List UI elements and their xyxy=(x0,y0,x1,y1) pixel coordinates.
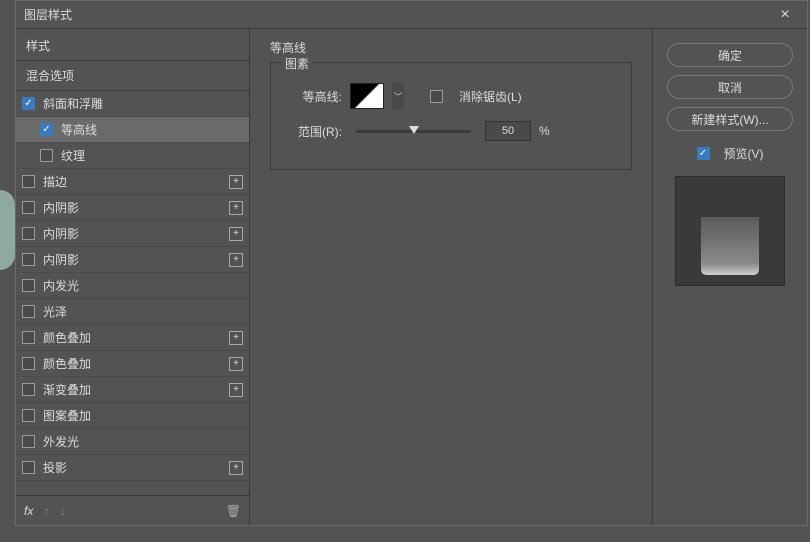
style-checkbox[interactable] xyxy=(22,175,35,188)
style-checkbox[interactable] xyxy=(22,305,35,318)
style-row[interactable]: 等高线 xyxy=(16,117,249,143)
preview-checkbox[interactable] xyxy=(697,147,710,160)
style-label: 内阴影 xyxy=(43,199,229,216)
settings-panel: 等高线 图素 等高线: ﹀ 消除锯齿(L) 范围(R): xyxy=(250,29,653,525)
style-list: 斜面和浮雕等高线纹理描边+内阴影+内阴影+内阴影+内发光光泽颜色叠加+颜色叠加+… xyxy=(16,91,249,495)
sidebar-footer: fx ↑ ↓ 🗑 xyxy=(16,495,249,525)
add-effect-icon[interactable]: + xyxy=(229,383,243,397)
style-checkbox[interactable] xyxy=(22,97,35,110)
style-checkbox[interactable] xyxy=(22,253,35,266)
style-row[interactable]: 渐变叠加+ xyxy=(16,377,249,403)
cancel-button[interactable]: 取消 xyxy=(667,75,793,99)
style-row[interactable]: 颜色叠加+ xyxy=(16,351,249,377)
range-label: 范围(R): xyxy=(287,123,342,140)
window-title: 图层样式 xyxy=(24,6,771,23)
style-row[interactable]: 内阴影+ xyxy=(16,247,249,273)
chevron-down-icon: ﹀ xyxy=(393,90,402,103)
style-row[interactable]: 内发光 xyxy=(16,273,249,299)
style-checkbox[interactable] xyxy=(40,149,53,162)
trash-icon[interactable]: 🗑 xyxy=(226,504,241,518)
layer-style-dialog: 图层样式 × 样式 混合选项 斜面和浮雕等高线纹理描边+内阴影+内阴影+内阴影+… xyxy=(15,0,808,526)
style-checkbox[interactable] xyxy=(22,357,35,370)
close-button[interactable]: × xyxy=(771,1,799,29)
button-panel: 确定 取消 新建样式(W)... 预览(V) xyxy=(653,29,807,525)
style-label: 颜色叠加 xyxy=(43,329,229,346)
style-label: 图案叠加 xyxy=(43,407,243,424)
sidebar-header[interactable]: 样式 xyxy=(16,29,249,60)
style-label: 描边 xyxy=(43,173,229,190)
add-effect-icon[interactable]: + xyxy=(229,253,243,267)
range-slider[interactable] xyxy=(356,130,471,133)
range-input[interactable] xyxy=(485,121,531,141)
style-label: 渐变叠加 xyxy=(43,381,229,398)
slider-thumb[interactable] xyxy=(409,126,419,134)
style-label: 内阴影 xyxy=(43,251,229,268)
elements-group: 图素 等高线: ﹀ 消除锯齿(L) 范围(R): % xyxy=(270,62,632,170)
add-effect-icon[interactable]: + xyxy=(229,331,243,345)
antialias-checkbox[interactable] xyxy=(430,90,443,103)
add-effect-icon[interactable]: + xyxy=(229,357,243,371)
style-checkbox[interactable] xyxy=(22,409,35,422)
style-label: 内阴影 xyxy=(43,225,229,242)
style-row[interactable]: 纹理 xyxy=(16,143,249,169)
style-row[interactable]: 光泽 xyxy=(16,299,249,325)
style-label: 投影 xyxy=(43,459,229,476)
style-label: 纹理 xyxy=(61,147,243,164)
contour-picker[interactable] xyxy=(350,83,384,109)
styles-sidebar: 样式 混合选项 斜面和浮雕等高线纹理描边+内阴影+内阴影+内阴影+内发光光泽颜色… xyxy=(16,29,250,525)
add-effect-icon[interactable]: + xyxy=(229,175,243,189)
add-effect-icon[interactable]: + xyxy=(229,227,243,241)
add-effect-icon[interactable]: + xyxy=(229,201,243,215)
move-down-icon[interactable]: ↓ xyxy=(59,504,65,518)
preview-thumbnail xyxy=(675,176,785,286)
style-checkbox[interactable] xyxy=(22,461,35,474)
style-label: 颜色叠加 xyxy=(43,355,229,372)
move-up-icon[interactable]: ↑ xyxy=(43,504,49,518)
style-row[interactable]: 图案叠加 xyxy=(16,403,249,429)
add-effect-icon[interactable]: + xyxy=(229,461,243,475)
style-checkbox[interactable] xyxy=(22,435,35,448)
antialias-label: 消除锯齿(L) xyxy=(459,88,522,105)
panel-title: 等高线 xyxy=(270,39,632,56)
style-row[interactable]: 内阴影+ xyxy=(16,221,249,247)
style-label: 光泽 xyxy=(43,303,243,320)
range-unit: % xyxy=(539,124,550,138)
style-row[interactable]: 颜色叠加+ xyxy=(16,325,249,351)
style-label: 等高线 xyxy=(61,121,243,138)
style-row[interactable]: 斜面和浮雕 xyxy=(16,91,249,117)
new-style-button[interactable]: 新建样式(W)... xyxy=(667,107,793,131)
style-checkbox[interactable] xyxy=(22,331,35,344)
close-icon: × xyxy=(780,6,789,24)
preview-label: 预览(V) xyxy=(724,145,764,162)
group-legend: 图素 xyxy=(281,55,313,72)
fx-menu[interactable]: fx xyxy=(24,504,33,518)
style-label: 斜面和浮雕 xyxy=(43,95,243,112)
contour-label: 等高线: xyxy=(287,88,342,105)
ok-button[interactable]: 确定 xyxy=(667,43,793,67)
blending-options[interactable]: 混合选项 xyxy=(16,60,249,91)
style-checkbox[interactable] xyxy=(22,201,35,214)
titlebar: 图层样式 × xyxy=(16,1,807,29)
style-label: 内发光 xyxy=(43,277,243,294)
style-row[interactable]: 内阴影+ xyxy=(16,195,249,221)
style-checkbox[interactable] xyxy=(40,123,53,136)
style-checkbox[interactable] xyxy=(22,383,35,396)
style-checkbox[interactable] xyxy=(22,227,35,240)
style-row[interactable]: 投影+ xyxy=(16,455,249,481)
style-checkbox[interactable] xyxy=(22,279,35,292)
style-label: 外发光 xyxy=(43,433,243,450)
style-row[interactable]: 描边+ xyxy=(16,169,249,195)
style-row[interactable]: 外发光 xyxy=(16,429,249,455)
contour-dropdown[interactable]: ﹀ xyxy=(392,83,404,109)
